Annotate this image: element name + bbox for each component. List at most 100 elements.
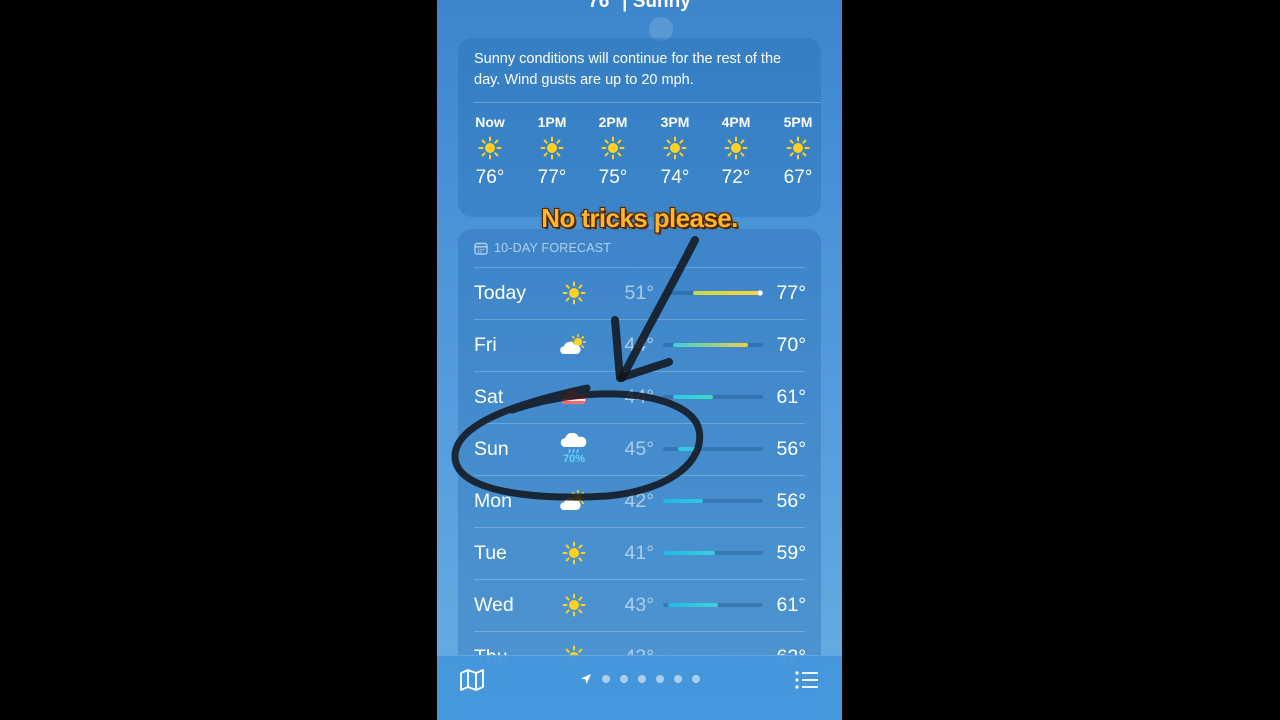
forecast-row-sat[interactable]: Sat 44° 61°: [458, 371, 821, 423]
page-dot[interactable]: [655, 675, 664, 683]
sun-icon: [786, 136, 810, 160]
high-temp: 61°: [776, 386, 807, 408]
sun-icon: [562, 541, 586, 565]
partly-cloudy-icon: [560, 490, 587, 510]
hour-temp: 72°: [721, 167, 751, 188]
page-dot[interactable]: [673, 675, 682, 683]
day-label: Sun: [474, 438, 509, 460]
low-temp: 42°: [624, 490, 655, 512]
hour-label: Now: [475, 114, 505, 130]
low-temp: 44°: [624, 386, 655, 408]
hour-temp: 67°: [783, 167, 813, 188]
day-label: Mon: [474, 490, 512, 512]
card-divider: [474, 102, 821, 103]
sun-icon: [663, 136, 687, 160]
temp-range-fill: [693, 291, 760, 295]
hour-temp: 75°: [598, 167, 628, 188]
high-temp: 56°: [776, 438, 807, 460]
page-dot[interactable]: [601, 675, 610, 683]
hour-icon: [655, 133, 695, 163]
list-icon[interactable]: [794, 668, 820, 692]
temp-range-bar: [663, 603, 763, 607]
cloud-icon: [560, 389, 587, 404]
hour-icon: [532, 133, 572, 163]
hour-label: 2PM: [598, 114, 628, 130]
forecast-row-mon[interactable]: Mon 42° 56°: [458, 475, 821, 527]
forecast-header: 10-DAY FORECAST: [474, 240, 611, 256]
hour-label: 4PM: [721, 114, 751, 130]
partly-cloudy-icon: [560, 334, 587, 354]
hourly-item: 2PM 75°: [593, 112, 633, 191]
temp-range-fill: [678, 447, 698, 451]
forecast-title: 10-DAY FORECAST: [494, 241, 612, 255]
annotation-caption: No tricks please.: [541, 203, 738, 233]
temp-range-fill: [663, 499, 703, 503]
forecast-row-today[interactable]: Today 51° 77°: [458, 267, 821, 319]
high-temp: 61°: [776, 594, 807, 616]
temp-range-bar: [663, 290, 763, 296]
page-indicator[interactable]: [437, 672, 842, 686]
high-temp: 70°: [776, 334, 807, 356]
rain-cloud-icon: [560, 433, 587, 454]
ten-day-forecast-card[interactable]: 10-DAY FORECAST Today 51° 77° Fri 44° 70° Sat 4…: [458, 229, 821, 689]
hour-temp: 76°: [475, 167, 505, 188]
temp-range-fill: [673, 395, 713, 399]
day-label: Sat: [474, 386, 504, 408]
low-temp: 51°: [624, 282, 655, 304]
page-dot[interactable]: [691, 675, 700, 683]
hour-icon: [593, 133, 633, 163]
temp-range-bar: [663, 395, 763, 399]
low-temp: 45°: [624, 438, 655, 460]
hour-label: 5PM: [783, 114, 813, 130]
calendar-icon: [474, 242, 488, 255]
hour-temp: 74°: [660, 167, 690, 188]
temp-range-fill: [663, 551, 715, 555]
temp-range-fill: [668, 603, 718, 607]
location-arrow-icon: [580, 674, 591, 684]
page-dot[interactable]: [619, 675, 628, 683]
sun-icon: [562, 593, 586, 617]
day-label: Fri: [474, 334, 497, 356]
low-temp: 41°: [624, 542, 655, 564]
day-icon: [554, 267, 594, 319]
forecast-row-tue[interactable]: Tue 41° 59°: [458, 527, 821, 579]
hourly-item: 1PM 77°: [532, 112, 572, 191]
temp-range-fill: [673, 343, 748, 347]
hourly-item: 4PM 72°: [716, 112, 756, 191]
hourly-forecast-card[interactable]: Sunny conditions will continue for the r…: [458, 38, 821, 217]
hour-label: 3PM: [660, 114, 690, 130]
hour-icon: [716, 133, 756, 163]
sun-icon: [540, 136, 564, 160]
page-dot[interactable]: [637, 675, 646, 683]
day-label: Today: [474, 282, 527, 304]
hourly-item: Now 76°: [470, 112, 510, 191]
sun-icon: [478, 136, 502, 160]
temp-range-bar: [663, 343, 763, 347]
hourly-item: 5PM 67°: [778, 112, 818, 191]
weather-app-screen: 76° | Sunny Sunny conditions will contin…: [437, 0, 842, 720]
day-label: Wed: [474, 594, 514, 616]
temp-range-bar: [663, 551, 763, 555]
forecast-row-fri[interactable]: Fri 44° 70°: [458, 319, 821, 371]
hour-temp: 77°: [537, 167, 567, 188]
bottom-toolbar: [437, 655, 842, 720]
low-temp: 44°: [624, 334, 655, 356]
temp-range-bar: [663, 447, 763, 451]
forecast-row-wed[interactable]: Wed 43° 61°: [458, 579, 821, 631]
day-icon: [554, 527, 594, 579]
conditions-summary: Sunny conditions will continue for the r…: [474, 51, 782, 88]
hour-label: 1PM: [537, 114, 567, 130]
hour-icon: [470, 133, 510, 163]
day-label: Tue: [474, 542, 507, 564]
high-temp: 59°: [776, 542, 807, 564]
day-icon: [554, 371, 594, 423]
hour-icon: [778, 133, 818, 163]
day-icon: [554, 319, 594, 371]
day-icon: [554, 475, 594, 527]
temp-range-bar: [663, 499, 763, 503]
current-conditions-title: 76° | Sunny: [588, 0, 691, 12]
hourly-item: 3PM 74°: [655, 112, 695, 191]
forecast-row-sun[interactable]: Sun 70% 45° 56°: [458, 423, 821, 475]
sun-icon: [562, 281, 586, 305]
high-temp: 77°: [776, 282, 807, 304]
